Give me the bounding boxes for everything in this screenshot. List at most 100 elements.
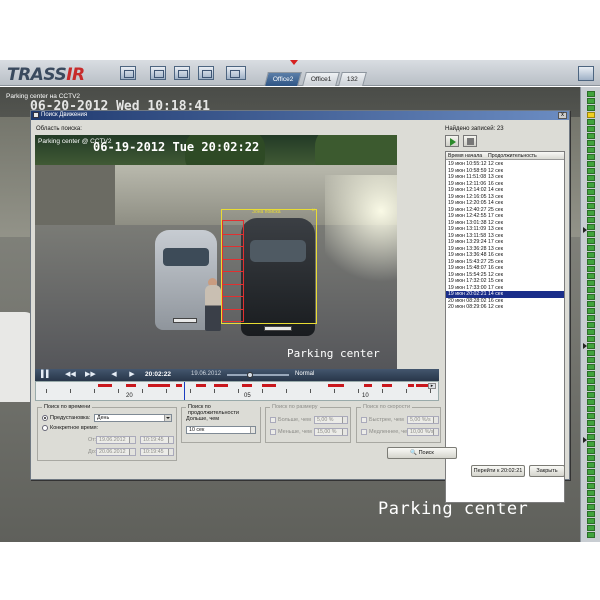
channel-indicator[interactable] [587, 119, 595, 125]
rewind-icon[interactable]: ◀◀ [65, 371, 76, 379]
channel-indicator[interactable] [587, 91, 595, 97]
to-date-input[interactable]: 20.06.2012 [96, 448, 136, 456]
spinner-icon[interactable] [433, 429, 438, 435]
channel-indicator[interactable] [587, 399, 595, 405]
search-button[interactable]: 🔍 Поиск [387, 447, 457, 459]
motion-segment[interactable] [328, 384, 336, 387]
smaller-than-checkbox[interactable] [270, 429, 276, 435]
channel-indicator[interactable] [587, 252, 595, 258]
monitor-icon[interactable] [120, 66, 136, 80]
channel-indicator[interactable] [587, 357, 595, 363]
channel-indicator[interactable] [587, 364, 595, 370]
expand-arrow-icon[interactable] [583, 227, 587, 233]
calendar-icon[interactable] [129, 437, 135, 443]
channel-indicator[interactable] [587, 448, 595, 454]
channel-indicator[interactable] [587, 224, 595, 230]
channel-indicator[interactable] [587, 371, 595, 377]
motion-segment[interactable] [382, 384, 392, 387]
channel-indicator[interactable] [587, 210, 595, 216]
channel-indicator[interactable] [587, 280, 595, 286]
channel-indicator[interactable] [587, 266, 595, 272]
spinner-icon[interactable] [342, 429, 347, 435]
channel-indicator[interactable] [587, 140, 595, 146]
channel-indicator[interactable] [587, 322, 595, 328]
channel-indicator[interactable] [587, 259, 595, 265]
play-results-button[interactable] [445, 135, 459, 147]
motion-segment[interactable] [242, 384, 252, 387]
channel-indicator[interactable] [587, 469, 595, 475]
slower-than-input[interactable]: 10,00 %/s [407, 428, 439, 436]
channel-indicator[interactable] [587, 182, 595, 188]
preset-select[interactable]: День [94, 414, 172, 422]
channel-indicator[interactable] [587, 406, 595, 412]
motion-segment[interactable] [126, 384, 136, 387]
smaller-than-input[interactable]: 15,00 % [314, 428, 348, 436]
tab-132[interactable]: 132 [338, 72, 367, 86]
channel-indicator[interactable] [587, 217, 595, 223]
channel-indicator[interactable] [587, 476, 595, 482]
channel-indicator[interactable] [587, 168, 595, 174]
result-row[interactable]: 20 июн 08:29:06 12 сек [446, 304, 564, 311]
archive-icon[interactable] [198, 66, 214, 80]
longer-than-input[interactable]: 10 сек [186, 426, 256, 434]
timeline-cursor[interactable] [184, 382, 185, 400]
from-date-input[interactable]: 19.06.2012 [96, 436, 136, 444]
from-time-input[interactable]: 10:19:45 [140, 436, 174, 444]
to-time-input[interactable]: 10:19:45 [140, 448, 174, 456]
motion-segment[interactable] [262, 384, 276, 387]
channel-indicator[interactable] [587, 126, 595, 132]
motion-segment[interactable] [196, 384, 206, 387]
exact-time-radio[interactable] [42, 425, 48, 431]
channel-indicator[interactable] [587, 378, 595, 384]
motion-segment[interactable] [176, 384, 182, 387]
stop-results-button[interactable] [463, 135, 477, 147]
timeline-scroll-icon[interactable]: ▸ [428, 383, 436, 389]
channel-indicator[interactable] [587, 245, 595, 251]
tab-office1[interactable]: Office1 [302, 72, 341, 86]
play-icon[interactable]: ▶ [127, 371, 137, 379]
bigger-than-checkbox[interactable] [270, 417, 276, 423]
channel-indicator[interactable] [587, 518, 595, 524]
channel-indicator[interactable] [587, 147, 595, 153]
chevron-down-icon[interactable] [164, 415, 171, 421]
channel-indicator[interactable] [587, 329, 595, 335]
channel-indicator[interactable] [587, 532, 595, 538]
channel-indicator[interactable] [587, 98, 595, 104]
channel-indicator[interactable] [587, 105, 595, 111]
fullscreen-icon[interactable] [578, 66, 594, 81]
speed-slider-track[interactable] [227, 374, 289, 376]
expand-arrow-icon[interactable] [583, 437, 587, 443]
slower-than-checkbox[interactable] [361, 429, 367, 435]
channel-indicator[interactable] [587, 420, 595, 426]
step-back-icon[interactable]: ◀ [109, 371, 119, 379]
motion-segment[interactable] [98, 384, 112, 387]
channel-indicator[interactable] [587, 175, 595, 181]
spinner-icon[interactable] [342, 417, 347, 423]
motion-segment[interactable] [148, 384, 170, 387]
video-preview[interactable]: Parking center @ CCTV2 06-19-2012 Tue 20… [35, 135, 397, 369]
fast-forward-icon[interactable]: ▶▶ [85, 371, 96, 379]
spinner-icon[interactable] [433, 417, 438, 423]
channel-indicator[interactable] [587, 301, 595, 307]
calendar-icon[interactable] [129, 449, 135, 455]
bigger-than-input[interactable]: 5,00 % [314, 416, 348, 424]
spinner-icon[interactable] [250, 427, 255, 433]
channel-indicator[interactable] [587, 294, 595, 300]
document-icon[interactable] [174, 66, 190, 80]
channel-indicator[interactable] [587, 231, 595, 237]
channel-indicator[interactable] [587, 462, 595, 468]
motion-segment[interactable] [364, 384, 372, 387]
channel-indicator[interactable] [587, 189, 595, 195]
timeline[interactable]: 20 05 10 ▸ [35, 381, 439, 401]
channel-indicator[interactable] [587, 133, 595, 139]
channel-indicator[interactable] [587, 490, 595, 496]
spinner-icon[interactable] [168, 449, 173, 455]
channel-indicator[interactable] [587, 273, 595, 279]
channel-indicator[interactable] [587, 525, 595, 531]
channel-indicator[interactable] [587, 196, 595, 202]
search-region-box[interactable]: Зона поиска × [221, 208, 317, 324]
channel-indicator[interactable] [587, 504, 595, 510]
pause-icon[interactable]: ▌▌ [41, 371, 51, 379]
results-list[interactable]: Время начала Продолжительность 19 июн 10… [445, 151, 565, 503]
faster-than-checkbox[interactable] [361, 417, 367, 423]
